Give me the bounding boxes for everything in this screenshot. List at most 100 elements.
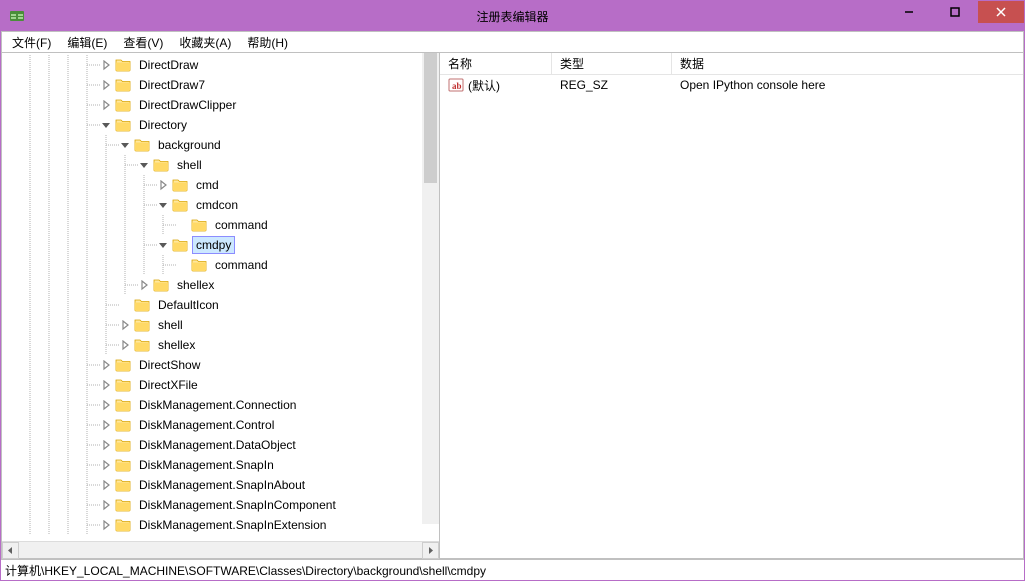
tree-item-label[interactable]: cmdcon bbox=[192, 196, 242, 214]
tree-item[interactable]: DirectDrawClipper bbox=[2, 95, 439, 115]
tree-item-label[interactable]: command bbox=[211, 256, 272, 274]
tree-item-label[interactable]: DirectXFile bbox=[135, 376, 202, 394]
expand-icon[interactable] bbox=[101, 500, 112, 511]
tree-item[interactable]: cmdcon bbox=[2, 195, 439, 215]
folder-icon bbox=[172, 178, 188, 192]
tree-scroll-area[interactable]: DirectDraw DirectDraw7 DirectDrawClipper Di… bbox=[2, 53, 439, 541]
col-name[interactable]: 名称 bbox=[440, 53, 552, 74]
tree-item[interactable]: command bbox=[2, 255, 439, 275]
tree-item-label[interactable]: cmd bbox=[192, 176, 223, 194]
tree-item-label[interactable]: shellex bbox=[173, 276, 218, 294]
collapse-icon[interactable] bbox=[120, 140, 131, 151]
tree-item[interactable]: DiskManagement.Connection bbox=[2, 395, 439, 415]
collapse-icon[interactable] bbox=[158, 240, 169, 251]
expand-icon[interactable] bbox=[101, 360, 112, 371]
maximize-button[interactable] bbox=[932, 1, 978, 23]
collapse-icon[interactable] bbox=[101, 120, 112, 131]
tree-item-label[interactable]: DirectDrawClipper bbox=[135, 96, 240, 114]
folder-icon bbox=[115, 518, 131, 532]
expand-icon[interactable] bbox=[120, 340, 131, 351]
value-data: Open IPython console here bbox=[672, 77, 1023, 93]
vertical-scrollbar-thumb[interactable] bbox=[424, 53, 437, 183]
list-row[interactable]: ab(默认)REG_SZOpen IPython console here bbox=[440, 75, 1023, 95]
tree-item-label[interactable]: command bbox=[211, 216, 272, 234]
no-toggle-icon bbox=[120, 300, 131, 311]
collapse-icon[interactable] bbox=[158, 200, 169, 211]
tree-item[interactable]: shell bbox=[2, 315, 439, 335]
tree-item-label[interactable]: cmdpy bbox=[192, 236, 235, 254]
expand-icon[interactable] bbox=[101, 440, 112, 451]
tree-item[interactable]: DirectDraw7 bbox=[2, 75, 439, 95]
tree-item[interactable]: shell bbox=[2, 155, 439, 175]
menu-file[interactable]: 文件(F) bbox=[4, 33, 59, 52]
close-button[interactable] bbox=[978, 1, 1024, 23]
folder-icon bbox=[115, 458, 131, 472]
scroll-right-button[interactable] bbox=[422, 542, 439, 559]
titlebar[interactable]: 注册表编辑器 bbox=[1, 1, 1024, 31]
menu-edit[interactable]: 编辑(E) bbox=[59, 33, 115, 52]
minimize-button[interactable] bbox=[886, 1, 932, 23]
menu-help[interactable]: 帮助(H) bbox=[239, 33, 296, 52]
expand-icon[interactable] bbox=[101, 100, 112, 111]
tree-item-label[interactable]: DiskManagement.DataObject bbox=[135, 436, 300, 454]
tree-item[interactable]: cmdpy bbox=[2, 235, 439, 255]
tree-item-label[interactable]: DiskManagement.SnapInAbout bbox=[135, 476, 309, 494]
expand-icon[interactable] bbox=[120, 320, 131, 331]
statusbar: 计算机\HKEY_LOCAL_MACHINE\SOFTWARE\Classes\… bbox=[1, 559, 1024, 580]
registry-tree: DirectDraw DirectDraw7 DirectDrawClipper Di… bbox=[2, 53, 439, 537]
expand-icon[interactable] bbox=[101, 460, 112, 471]
tree-item-label[interactable]: Directory bbox=[135, 116, 191, 134]
expand-icon[interactable] bbox=[158, 180, 169, 191]
menu-view[interactable]: 查看(V) bbox=[115, 33, 171, 52]
expand-icon[interactable] bbox=[101, 80, 112, 91]
tree-item[interactable]: DirectXFile bbox=[2, 375, 439, 395]
tree-item[interactable]: command bbox=[2, 215, 439, 235]
collapse-icon[interactable] bbox=[139, 160, 150, 171]
tree-item[interactable]: shellex bbox=[2, 275, 439, 295]
expand-icon[interactable] bbox=[101, 420, 112, 431]
scroll-left-button[interactable] bbox=[2, 542, 19, 559]
tree-item[interactable]: DiskManagement.Control bbox=[2, 415, 439, 435]
tree-item[interactable]: DiskManagement.DataObject bbox=[2, 435, 439, 455]
folder-icon bbox=[172, 198, 188, 212]
tree-item-label[interactable]: DiskManagement.Control bbox=[135, 416, 278, 434]
expand-icon[interactable] bbox=[139, 280, 150, 291]
folder-icon bbox=[191, 218, 207, 232]
col-type[interactable]: 类型 bbox=[552, 53, 672, 74]
tree-item-label[interactable]: DirectDraw7 bbox=[135, 76, 209, 94]
tree-item[interactable]: Directory bbox=[2, 115, 439, 135]
tree-item-label[interactable]: DirectShow bbox=[135, 356, 204, 374]
tree-item[interactable]: background bbox=[2, 135, 439, 155]
tree-item[interactable]: shellex bbox=[2, 335, 439, 355]
vertical-scrollbar[interactable] bbox=[422, 53, 439, 524]
col-data[interactable]: 数据 bbox=[672, 53, 1023, 74]
expand-icon[interactable] bbox=[101, 480, 112, 491]
expand-icon[interactable] bbox=[101, 400, 112, 411]
tree-item[interactable]: DiskManagement.SnapIn bbox=[2, 455, 439, 475]
tree-item-label[interactable]: shellex bbox=[154, 336, 199, 354]
window-title: 注册表编辑器 bbox=[1, 8, 1024, 25]
tree-item[interactable]: DefaultIcon bbox=[2, 295, 439, 315]
tree-item[interactable]: DirectDraw bbox=[2, 55, 439, 75]
expand-icon[interactable] bbox=[101, 60, 112, 71]
expand-icon[interactable] bbox=[101, 520, 112, 531]
folder-icon bbox=[172, 238, 188, 252]
tree-item-label[interactable]: DiskManagement.SnapIn bbox=[135, 456, 278, 474]
tree-item[interactable]: DiskManagement.SnapInExtension bbox=[2, 515, 439, 535]
horizontal-scrollbar[interactable] bbox=[2, 541, 439, 558]
menu-favorites[interactable]: 收藏夹(A) bbox=[171, 33, 239, 52]
tree-item-label[interactable]: DefaultIcon bbox=[154, 296, 223, 314]
tree-item[interactable]: DiskManagement.SnapInComponent bbox=[2, 495, 439, 515]
tree-item-label[interactable]: DirectDraw bbox=[135, 56, 202, 74]
tree-item-label[interactable]: background bbox=[154, 136, 225, 154]
tree-item-label[interactable]: DiskManagement.Connection bbox=[135, 396, 300, 414]
tree-item-label[interactable]: shell bbox=[154, 316, 187, 334]
tree-item[interactable]: DiskManagement.SnapInAbout bbox=[2, 475, 439, 495]
tree-item-label[interactable]: DiskManagement.SnapInExtension bbox=[135, 516, 330, 534]
tree-item-label[interactable]: DiskManagement.SnapInComponent bbox=[135, 496, 340, 514]
tree-item[interactable]: cmd bbox=[2, 175, 439, 195]
tree-item[interactable]: DirectShow bbox=[2, 355, 439, 375]
tree-item-label[interactable]: shell bbox=[173, 156, 206, 174]
expand-icon[interactable] bbox=[101, 380, 112, 391]
folder-icon bbox=[115, 378, 131, 392]
